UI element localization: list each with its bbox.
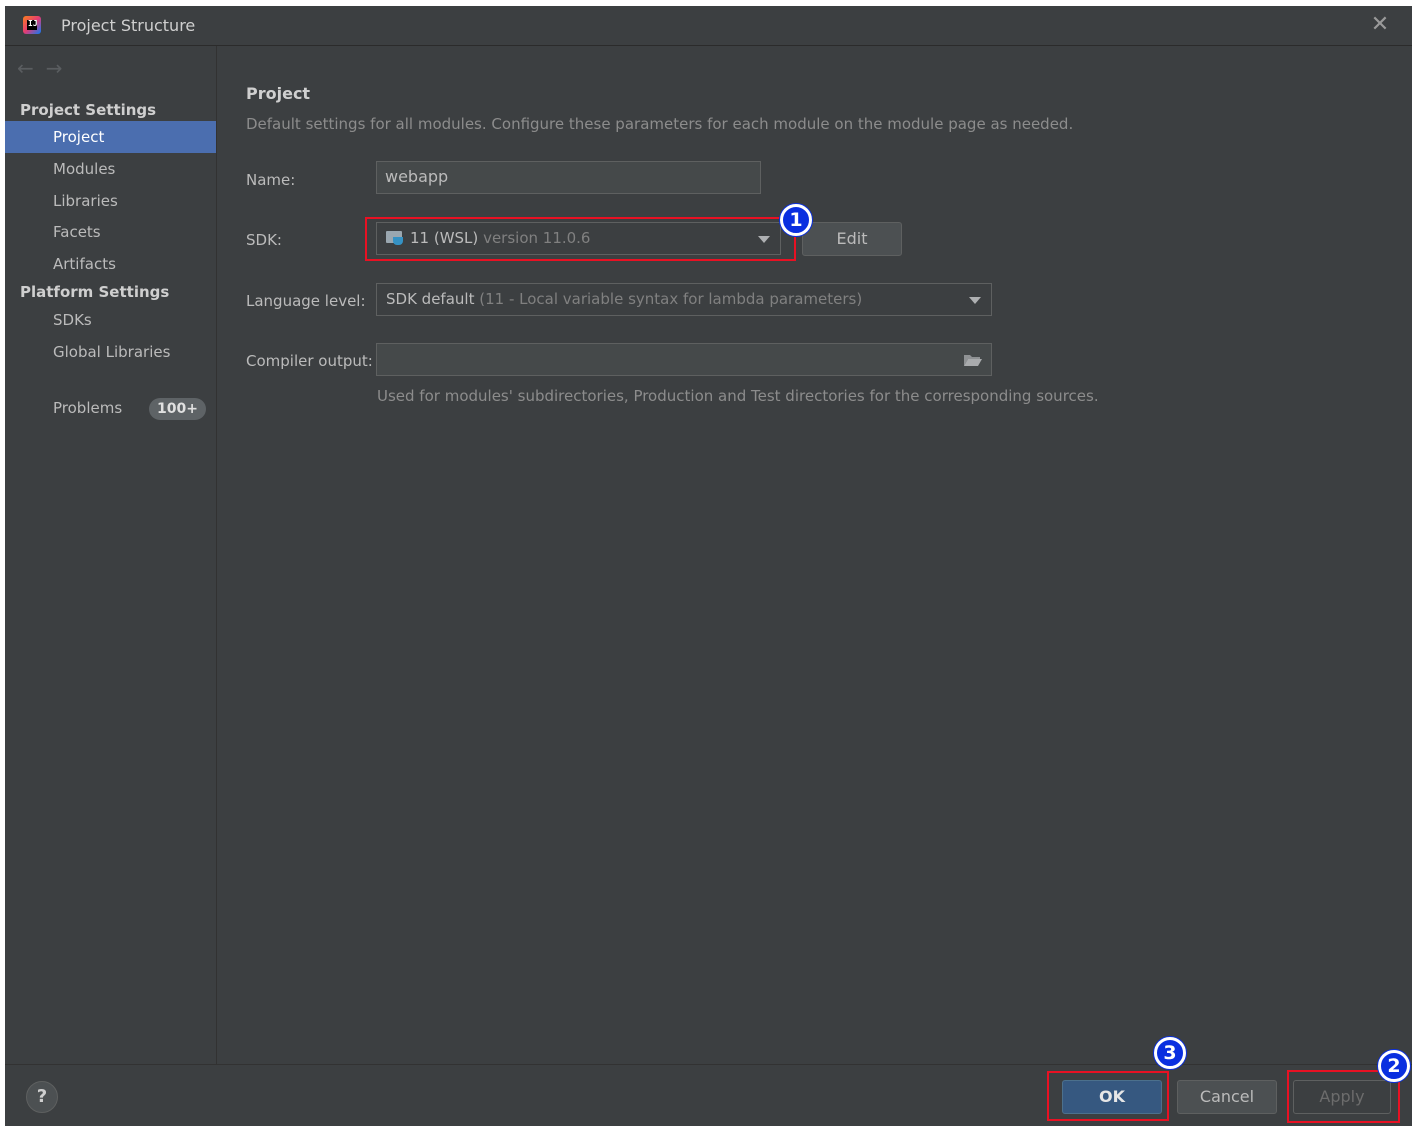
platform-settings-header: Platform Settings — [20, 283, 170, 301]
sidebar-item-sdks[interactable]: SDKs — [5, 304, 216, 336]
browse-folder-icon[interactable] — [963, 353, 983, 367]
sidebar-item-project[interactable]: Project — [5, 121, 216, 153]
project-name-field[interactable]: webapp — [376, 161, 761, 194]
compiler-output-label: Compiler output: — [246, 352, 373, 370]
sidebar-item-problems[interactable]: Problems 100+ — [5, 392, 216, 424]
title-bar: IJ Project Structure ✕ — [5, 6, 1412, 46]
language-level-dropdown[interactable]: SDK default (11 - Local variable syntax … — [376, 283, 992, 316]
project-settings-panel: Project Default settings for all modules… — [217, 46, 1412, 1064]
problems-label: Problems — [53, 399, 123, 417]
annotation-marker-3: 3 — [1154, 1037, 1186, 1069]
name-label: Name: — [246, 171, 296, 189]
language-level-detail: (11 - Local variable syntax for lambda p… — [479, 290, 863, 308]
sidebar-item-global-libraries[interactable]: Global Libraries — [5, 336, 216, 368]
sidebar-item-facets[interactable]: Facets — [5, 216, 216, 248]
dialog-footer: ? OK Cancel Apply — [5, 1064, 1412, 1126]
chevron-down-icon — [969, 297, 981, 304]
project-structure-dialog: IJ Project Structure ✕ ← → Project Settin… — [5, 6, 1412, 1126]
compiler-output-field[interactable] — [376, 343, 992, 376]
cancel-button[interactable]: Cancel — [1177, 1080, 1277, 1114]
sidebar: ← → Project Settings Project Modules Libr… — [5, 46, 217, 1064]
panel-description: Default settings for all modules. Config… — [246, 115, 1074, 133]
nav-arrows: ← → — [17, 56, 75, 80]
panel-title: Project — [246, 84, 311, 103]
annotation-marker-2: 2 — [1378, 1050, 1410, 1082]
ok-highlight-box — [1047, 1071, 1169, 1121]
close-icon[interactable]: ✕ — [1370, 14, 1390, 36]
window-title: Project Structure — [61, 16, 196, 35]
intellij-app-icon: IJ — [23, 16, 41, 34]
project-settings-header: Project Settings — [20, 101, 157, 119]
sdk-label: SDK: — [246, 231, 282, 249]
back-arrow-icon[interactable]: ← — [17, 56, 34, 80]
annotation-marker-1: 1 — [780, 204, 812, 236]
sdk-highlight-box — [365, 217, 796, 261]
forward-arrow-icon[interactable]: → — [46, 56, 63, 80]
compiler-output-hint: Used for modules' subdirectories, Produc… — [377, 387, 1099, 405]
language-level-label: Language level: — [246, 292, 366, 310]
sidebar-item-artifacts[interactable]: Artifacts — [5, 248, 216, 280]
help-button[interactable]: ? — [26, 1081, 58, 1113]
language-level-value: SDK default — [386, 290, 475, 308]
problems-count-badge: 100+ — [149, 398, 206, 420]
sdk-edit-button[interactable]: Edit — [802, 222, 902, 256]
sidebar-item-libraries[interactable]: Libraries — [5, 185, 216, 217]
sidebar-item-modules[interactable]: Modules — [5, 153, 216, 185]
